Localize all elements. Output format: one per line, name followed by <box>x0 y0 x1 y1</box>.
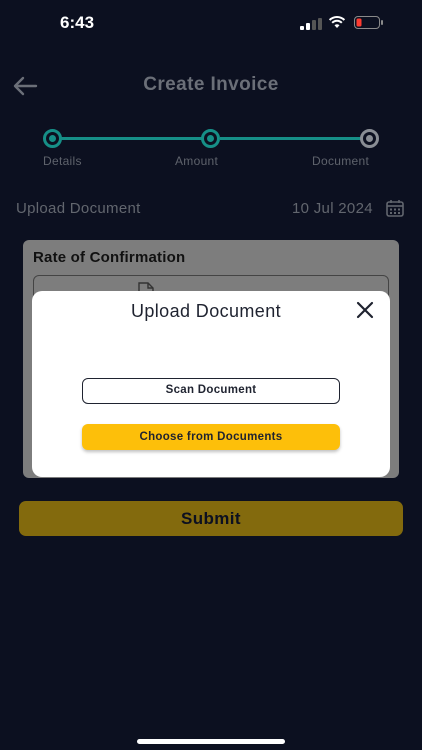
calendar-icon[interactable] <box>386 199 404 217</box>
wifi-icon <box>328 16 346 28</box>
progress-stepper: Details Amount Document <box>0 126 422 176</box>
stepper-connector <box>220 137 361 140</box>
step-dot-document <box>360 129 379 148</box>
battery-low-icon <box>354 16 383 29</box>
status-time: 6:43 <box>60 13 95 32</box>
invoice-date[interactable]: 10 Jul 2024 <box>292 200 373 217</box>
upload-document-modal: Upload Document Scan Document Choose fro… <box>32 291 390 477</box>
step-dot-amount <box>201 129 220 148</box>
cellular-signal-icon <box>300 18 322 30</box>
stepper-connector <box>60 137 204 140</box>
page-title: Create Invoice <box>143 74 279 95</box>
scan-document-button[interactable]: Scan Document <box>82 378 340 404</box>
upload-document-label: Upload Document <box>16 200 141 217</box>
home-indicator <box>137 739 285 744</box>
choose-from-documents-button[interactable]: Choose from Documents <box>82 424 340 450</box>
modal-title: Upload Document <box>130 301 282 321</box>
create-invoice-screen: 6:43 Create Invoice Details Amount Docum… <box>0 0 422 750</box>
step-dot-details <box>43 129 62 148</box>
close-icon[interactable] <box>356 301 374 319</box>
step-label-document: Document <box>312 154 370 168</box>
status-bar: 6:43 <box>0 0 422 46</box>
submit-button[interactable]: Submit <box>19 501 403 536</box>
step-label-amount: Amount <box>175 154 219 168</box>
step-label-details: Details <box>43 154 82 168</box>
card-title: Rate of Confirmation <box>33 249 186 266</box>
